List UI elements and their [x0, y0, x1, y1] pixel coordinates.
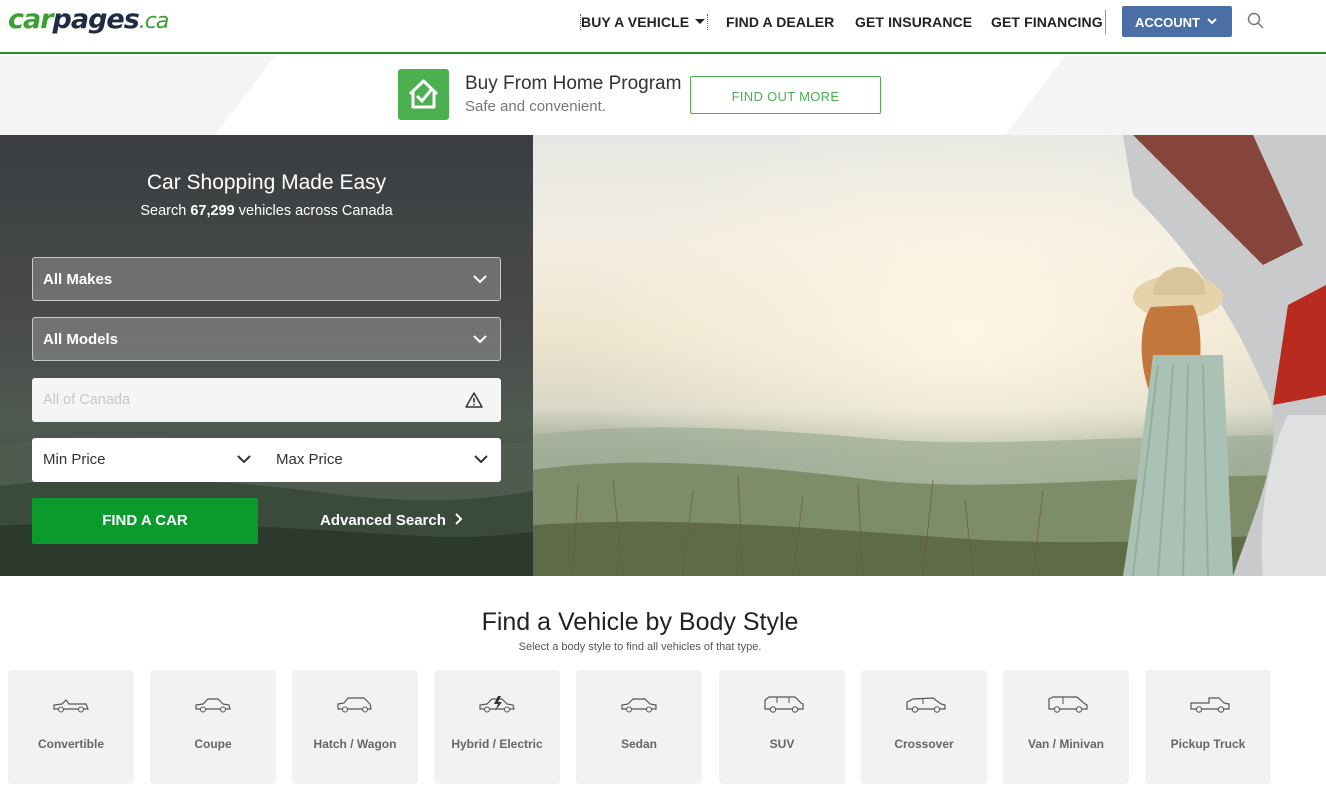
find-out-more-button[interactable]: FIND OUT MORE [690, 76, 881, 114]
van-icon [1048, 696, 1088, 713]
hero-title: Car Shopping Made Easy [146, 171, 387, 194]
hero-photo [533, 135, 1326, 576]
sedan-icon [621, 698, 657, 713]
body-style-crossover[interactable]: Crossover [861, 670, 987, 784]
body-style-grid: Convertible Coupe Hatch / Wagon Hybrid /… [8, 670, 1326, 784]
nav-get-financing[interactable]: GET FINANCING [991, 14, 1103, 30]
body-style-subtitle: Select a body style to find all vehicles… [518, 641, 762, 653]
body-style-sedan[interactable]: Sedan [576, 670, 702, 784]
body-style-suv[interactable]: SUV [719, 670, 845, 784]
min-price-select[interactable]: Min Price [43, 451, 258, 468]
hero-scene-illustration [533, 135, 1326, 576]
nav-buy-a-vehicle[interactable]: BUY A VEHICLE [580, 14, 709, 30]
body-style-hybrid-electric[interactable]: Hybrid / Electric [434, 670, 560, 784]
nav-find-a-dealer[interactable]: FIND A DEALER [726, 14, 834, 30]
body-style-title: Find a Vehicle by Body Style [481, 608, 799, 636]
chevron-down-icon [474, 455, 488, 464]
account-button[interactable]: ACCOUNT [1122, 6, 1232, 37]
chevron-right-icon [455, 513, 463, 525]
search-panel: Car Shopping Made Easy Search 67,299 veh… [0, 135, 533, 576]
coupe-icon [195, 698, 231, 713]
chevron-down-icon [237, 455, 251, 464]
site-header: carpages.ca BUY A VEHICLE FIND A DEALER … [0, 0, 1326, 54]
house-check-icon [398, 69, 449, 120]
price-range: Min Price Max Price [32, 438, 501, 482]
nav-divider [1105, 10, 1106, 34]
pickup-truck-icon [1190, 697, 1230, 713]
promo-band [215, 56, 1065, 135]
promo-banner: Buy From Home Program Safe and convenien… [0, 56, 1326, 135]
body-style-van-minivan[interactable]: Van / Minivan [1003, 670, 1129, 784]
advanced-search-link[interactable]: Advanced Search [320, 512, 464, 529]
convertible-icon [53, 699, 89, 713]
max-price-select[interactable]: Max Price [276, 451, 491, 468]
caret-down-icon [695, 19, 706, 24]
crossover-icon [906, 697, 946, 713]
chevron-down-icon [1207, 18, 1217, 25]
makes-select[interactable]: All Makes [32, 257, 501, 301]
location-input[interactable] [32, 378, 501, 422]
promo-title: Buy From Home Program [465, 73, 682, 94]
body-style-pickup-truck[interactable]: Pickup Truck [1145, 670, 1271, 784]
models-select[interactable]: All Models [32, 317, 501, 361]
nav-get-insurance[interactable]: GET INSURANCE [855, 14, 972, 30]
warning-icon[interactable] [465, 391, 483, 409]
search-icon[interactable] [1247, 12, 1265, 30]
body-style-coupe[interactable]: Coupe [150, 670, 276, 784]
suv-icon [764, 696, 804, 713]
hero-subtitle: Search 67,299 vehicles across Canada [140, 203, 393, 219]
hybrid-electric-icon [479, 696, 515, 713]
body-style-convertible[interactable]: Convertible [8, 670, 134, 784]
hero-section: Car Shopping Made Easy Search 67,299 veh… [0, 135, 1326, 576]
find-a-car-button[interactable]: FIND A CAR [32, 498, 258, 544]
chevron-down-icon [473, 275, 487, 284]
hatchback-icon [337, 697, 372, 713]
chevron-down-icon [473, 335, 487, 344]
vehicle-count: 67,299 [190, 203, 235, 219]
promo-subtitle: Safe and convenient. [465, 98, 606, 115]
body-style-hatch-wagon[interactable]: Hatch / Wagon [292, 670, 418, 784]
